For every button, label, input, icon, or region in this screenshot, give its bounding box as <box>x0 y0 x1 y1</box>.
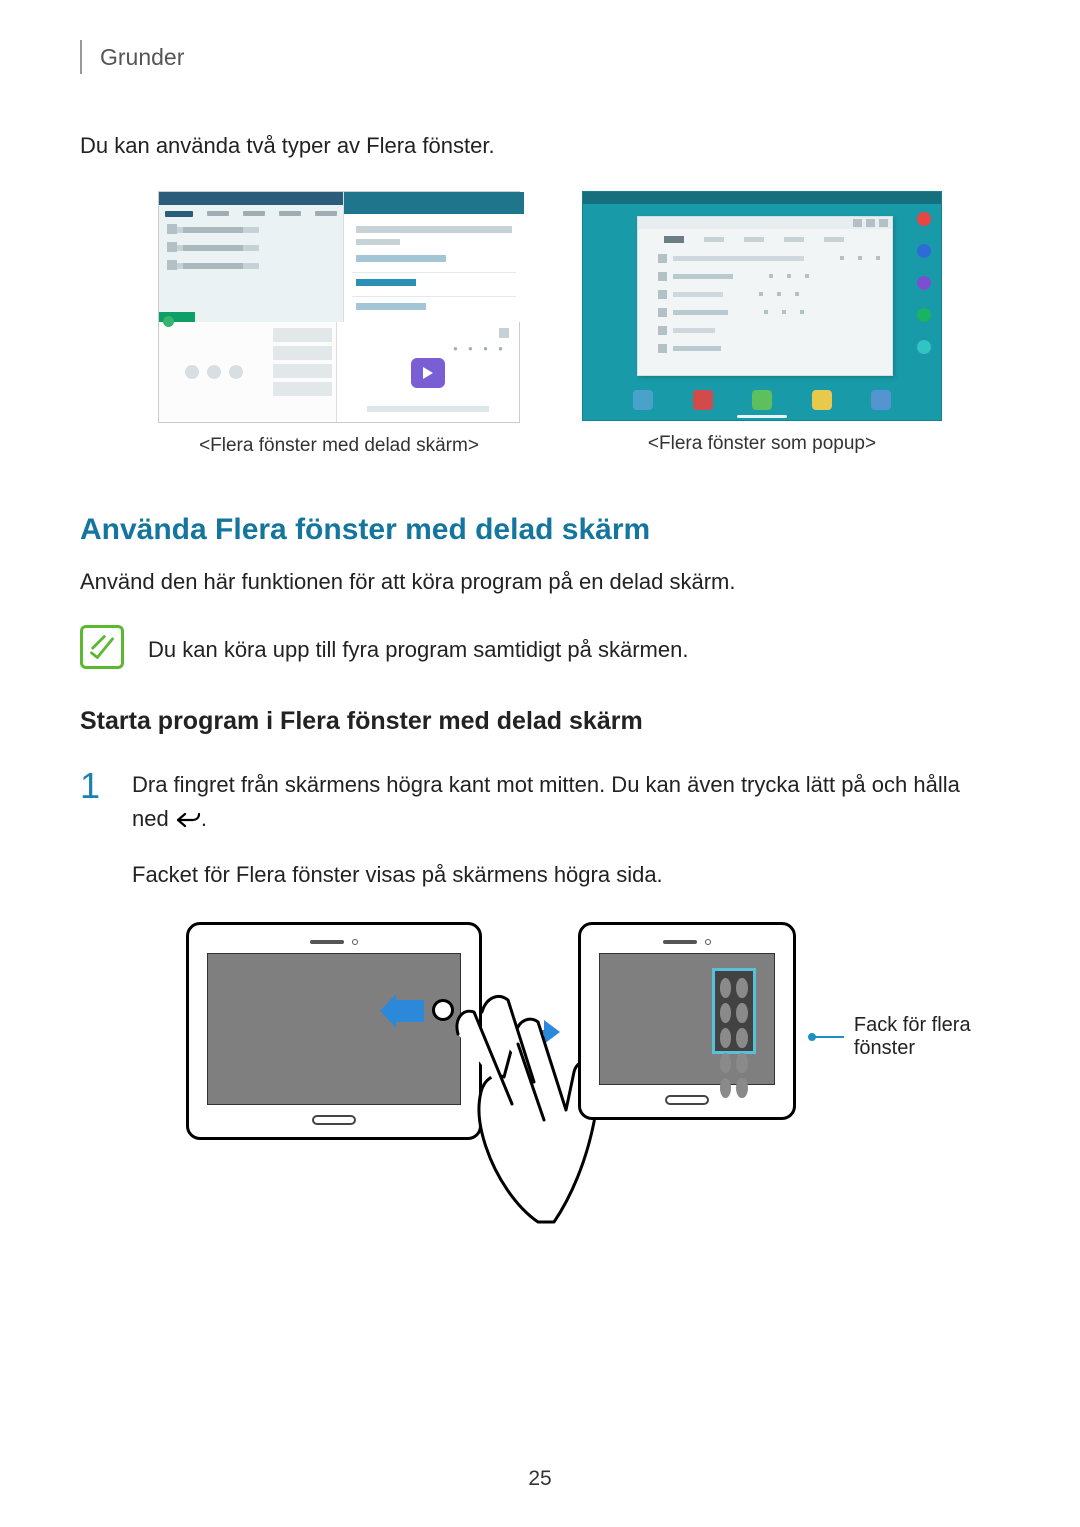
note: Du kan köra upp till fyra program samtid… <box>80 625 1000 669</box>
breadcrumb-bar: Grunder <box>80 40 1000 74</box>
gesture-diagram: Fack för flera fönster <box>186 922 1000 1140</box>
step-followup: Facket för Flera fönster visas på skärme… <box>132 858 1000 892</box>
arrow-right-icon <box>500 1020 560 1044</box>
step-1: 1 Dra fingret från skärmens högra kant m… <box>80 768 1000 1140</box>
figure-caption: <Flera fönster med delad skärm> <box>199 435 479 457</box>
back-icon <box>175 806 201 840</box>
page: Grunder Du kan använda två typer av Fler… <box>0 0 1080 1170</box>
step-text-b: . <box>201 806 207 831</box>
divider <box>80 40 82 74</box>
popup-illustration <box>582 191 942 421</box>
split-screen-illustration: ● ● ● ● <box>158 191 520 423</box>
note-text: Du kan köra upp till fyra program samtid… <box>148 633 688 667</box>
callout-line <box>814 1036 844 1038</box>
section-title: Grunder <box>100 44 184 71</box>
step-text-a: Dra fingret från skärmens högra kant mot… <box>132 772 960 831</box>
figure-popup: <Flera fönster som popup> <box>582 191 942 457</box>
note-icon <box>80 625 124 669</box>
subheading: Starta program i Flera fönster med delad… <box>80 707 1000 736</box>
step-number: 1 <box>80 768 116 1140</box>
intro-text: Du kan använda två typer av Flera fönste… <box>80 129 1000 163</box>
tablet-right <box>578 922 796 1120</box>
page-number: 25 <box>0 1467 1080 1491</box>
callout: Fack för flera fönster <box>814 1014 1000 1060</box>
figure-caption: <Flera fönster som popup> <box>648 433 876 455</box>
callout-label: Fack för flera fönster <box>854 1014 1000 1060</box>
step-text: Dra fingret från skärmens högra kant mot… <box>132 768 1000 840</box>
figure-row: ● ● ● ● <Flera fönster med delad skärm> <box>158 191 1000 457</box>
heading-description: Använd den här funktionen för att köra p… <box>80 565 1000 599</box>
tablet-left <box>186 922 482 1140</box>
figure-split-screen: ● ● ● ● <Flera fönster med delad skärm> <box>158 191 520 457</box>
multi-window-tray <box>712 968 756 1054</box>
heading: Använda Flera fönster med delad skärm <box>80 513 1000 547</box>
